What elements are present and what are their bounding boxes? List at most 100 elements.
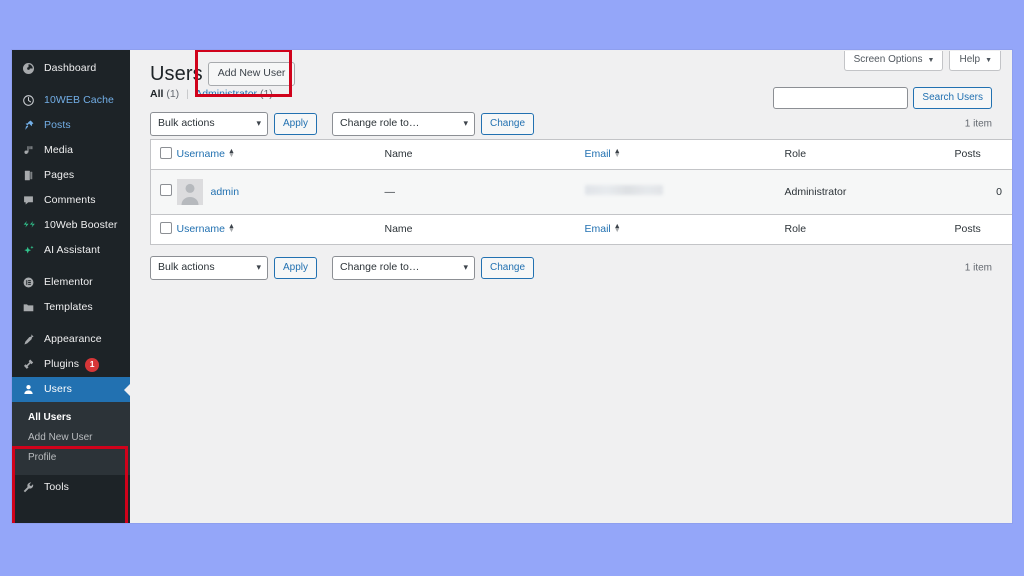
avatar: [176, 178, 203, 205]
sidebar-item-pages[interactable]: Pages: [12, 163, 130, 188]
select-all-header: [150, 139, 177, 170]
sidebar-item-label: Plugins: [44, 358, 80, 371]
table-footer-row: Username ▲ ▼ Name Email ▲ ▼ Role Posts: [150, 213, 1012, 244]
column-footer-username[interactable]: Username ▲ ▼: [176, 213, 385, 244]
sidebar-item-plugins[interactable]: Plugins 1: [12, 352, 130, 377]
select-all-checkbox-footer[interactable]: [160, 221, 172, 234]
plugins-update-badge: 1: [85, 357, 100, 372]
elementor-icon: [22, 275, 40, 290]
sidebar-item-label: Comments: [44, 194, 96, 207]
sort-email-link-footer[interactable]: Email: [585, 223, 611, 235]
search-users-button[interactable]: Search Users: [913, 87, 992, 109]
plugins-icon: [22, 357, 40, 372]
filter-all-count: (1): [166, 88, 180, 100]
user-search-box: Search Users: [773, 87, 992, 109]
displaying-num-bottom: 1 item: [964, 262, 992, 273]
menu-separator: [12, 263, 130, 270]
ai-assistant-icon: [22, 243, 40, 258]
sidebar-item-10web-cache[interactable]: 10WEB Cache: [12, 88, 130, 113]
submenu-item-all-users[interactable]: All Users: [12, 408, 130, 428]
submenu-item-add-new-user[interactable]: Add New User: [12, 428, 130, 448]
sidebar-item-media[interactable]: Media: [12, 138, 130, 163]
filter-administrator-count: (1): [259, 88, 273, 100]
row-username-link[interactable]: admin: [211, 186, 240, 198]
sidebar-item-users[interactable]: Users: [12, 377, 130, 402]
pin-icon: [22, 118, 40, 133]
tablenav-bottom: Bulk actions ▾ Apply Change role to… ▾ C…: [150, 253, 992, 283]
bulk-actions-select[interactable]: Bulk actions: [150, 111, 268, 136]
sidebar-item-label: Templates: [44, 301, 93, 314]
bulk-actions-select-bottom[interactable]: Bulk actions: [150, 255, 268, 280]
sort-username-link[interactable]: Username: [177, 148, 225, 160]
users-table-foot: Username ▲ ▼ Name Email ▲ ▼ Role Posts: [150, 213, 1012, 244]
column-header-role: Role: [784, 139, 955, 170]
cache-icon: [22, 93, 40, 108]
row-name-cell: —: [384, 169, 585, 215]
change-role-select[interactable]: Change role to…: [332, 111, 476, 136]
sidebar-item-templates[interactable]: Templates: [12, 295, 130, 320]
help-label: Help: [959, 54, 981, 65]
bulk-actions-select-wrapper-bottom: Bulk actions ▾: [150, 255, 268, 280]
sidebar-item-posts[interactable]: Posts: [12, 113, 130, 138]
sidebar-item-ai-assistant[interactable]: AI Assistant: [12, 238, 130, 263]
admin-sidebar-menu: Dashboard 10WEB Cache Posts Media Pages …: [12, 50, 130, 523]
sidebar-item-label: Media: [44, 144, 74, 157]
column-footer-name: Name: [384, 213, 585, 244]
column-header-posts: Posts: [954, 139, 1012, 170]
menu-separator: [12, 81, 130, 88]
change-role-button[interactable]: Change: [481, 112, 535, 135]
sort-username-link-footer[interactable]: Username: [177, 223, 225, 235]
search-input[interactable]: [773, 87, 909, 109]
bulk-actions-select-wrapper: Bulk actions ▾: [150, 111, 268, 136]
table-header-row: Username ▲ ▼ Name Email ▲ ▼ Role Posts: [150, 139, 1012, 170]
column-header-email[interactable]: Email ▲ ▼: [584, 139, 785, 170]
users-icon: [22, 382, 40, 397]
apply-bulk-action-button[interactable]: Apply: [274, 112, 318, 135]
filter-separator: |: [186, 88, 189, 100]
screen-options-label: Screen Options: [853, 54, 923, 65]
menu-separator: [12, 320, 130, 327]
appearance-icon: [22, 332, 40, 347]
sidebar-item-dashboard[interactable]: Dashboard: [12, 56, 130, 81]
change-role-select-bottom[interactable]: Change role to…: [332, 255, 476, 280]
column-header-name: Name: [384, 139, 585, 170]
sort-indicator-icon: ▲ ▼: [613, 148, 621, 160]
sidebar-item-comments[interactable]: Comments: [12, 188, 130, 213]
sort-indicator-icon: ▲ ▼: [227, 148, 235, 160]
displaying-num-top: 1 item: [964, 118, 992, 129]
help-button[interactable]: Help ▼: [949, 51, 1001, 71]
sidebar-item-label: Pages: [44, 169, 75, 182]
sidebar-item-label: Elementor: [44, 276, 93, 289]
sidebar-item-elementor[interactable]: Elementor: [12, 270, 130, 295]
users-table-body: admin — Administrator 0: [150, 169, 1012, 215]
column-footer-email[interactable]: Email ▲ ▼: [584, 213, 785, 244]
sidebar-item-label: AI Assistant: [44, 244, 101, 257]
templates-icon: [22, 300, 40, 315]
dashboard-icon: [22, 61, 40, 76]
media-icon: [22, 143, 40, 158]
add-new-user-wrapper: Add New User: [194, 50, 296, 98]
pages-icon: [22, 168, 40, 183]
sidebar-item-appearance[interactable]: Appearance: [12, 327, 130, 352]
sidebar-item-10web-booster[interactable]: 10Web Booster: [12, 213, 130, 238]
add-new-user-button[interactable]: Add New User: [207, 62, 296, 86]
table-row: admin — Administrator 0: [150, 169, 1012, 215]
screen-options-button[interactable]: Screen Options ▼: [843, 51, 944, 71]
select-all-checkbox[interactable]: [160, 146, 172, 159]
row-role-cell: Administrator: [784, 169, 955, 215]
screen-meta-links: Screen Options ▼ Help ▼: [843, 51, 1001, 71]
apply-bulk-action-button-bottom[interactable]: Apply: [274, 256, 318, 279]
row-checkbox[interactable]: [160, 184, 172, 196]
row-posts-cell: 0: [954, 169, 1012, 215]
filter-all-label[interactable]: All: [150, 88, 163, 100]
sidebar-item-label: 10Web Booster: [44, 219, 118, 232]
change-role-button-bottom[interactable]: Change: [481, 256, 535, 279]
filter-administrator-label[interactable]: Administrator: [195, 88, 257, 100]
column-footer-role: Role: [784, 213, 955, 244]
wp-admin-window: Dashboard 10WEB Cache Posts Media Pages …: [12, 50, 1012, 523]
sort-email-link[interactable]: Email: [585, 148, 611, 160]
screenshot-root: Dashboard 10WEB Cache Posts Media Pages …: [0, 0, 1024, 576]
column-header-username[interactable]: Username ▲ ▼: [176, 139, 385, 170]
row-email-cell: [584, 169, 785, 215]
sidebar-item-label: Posts: [44, 119, 71, 132]
